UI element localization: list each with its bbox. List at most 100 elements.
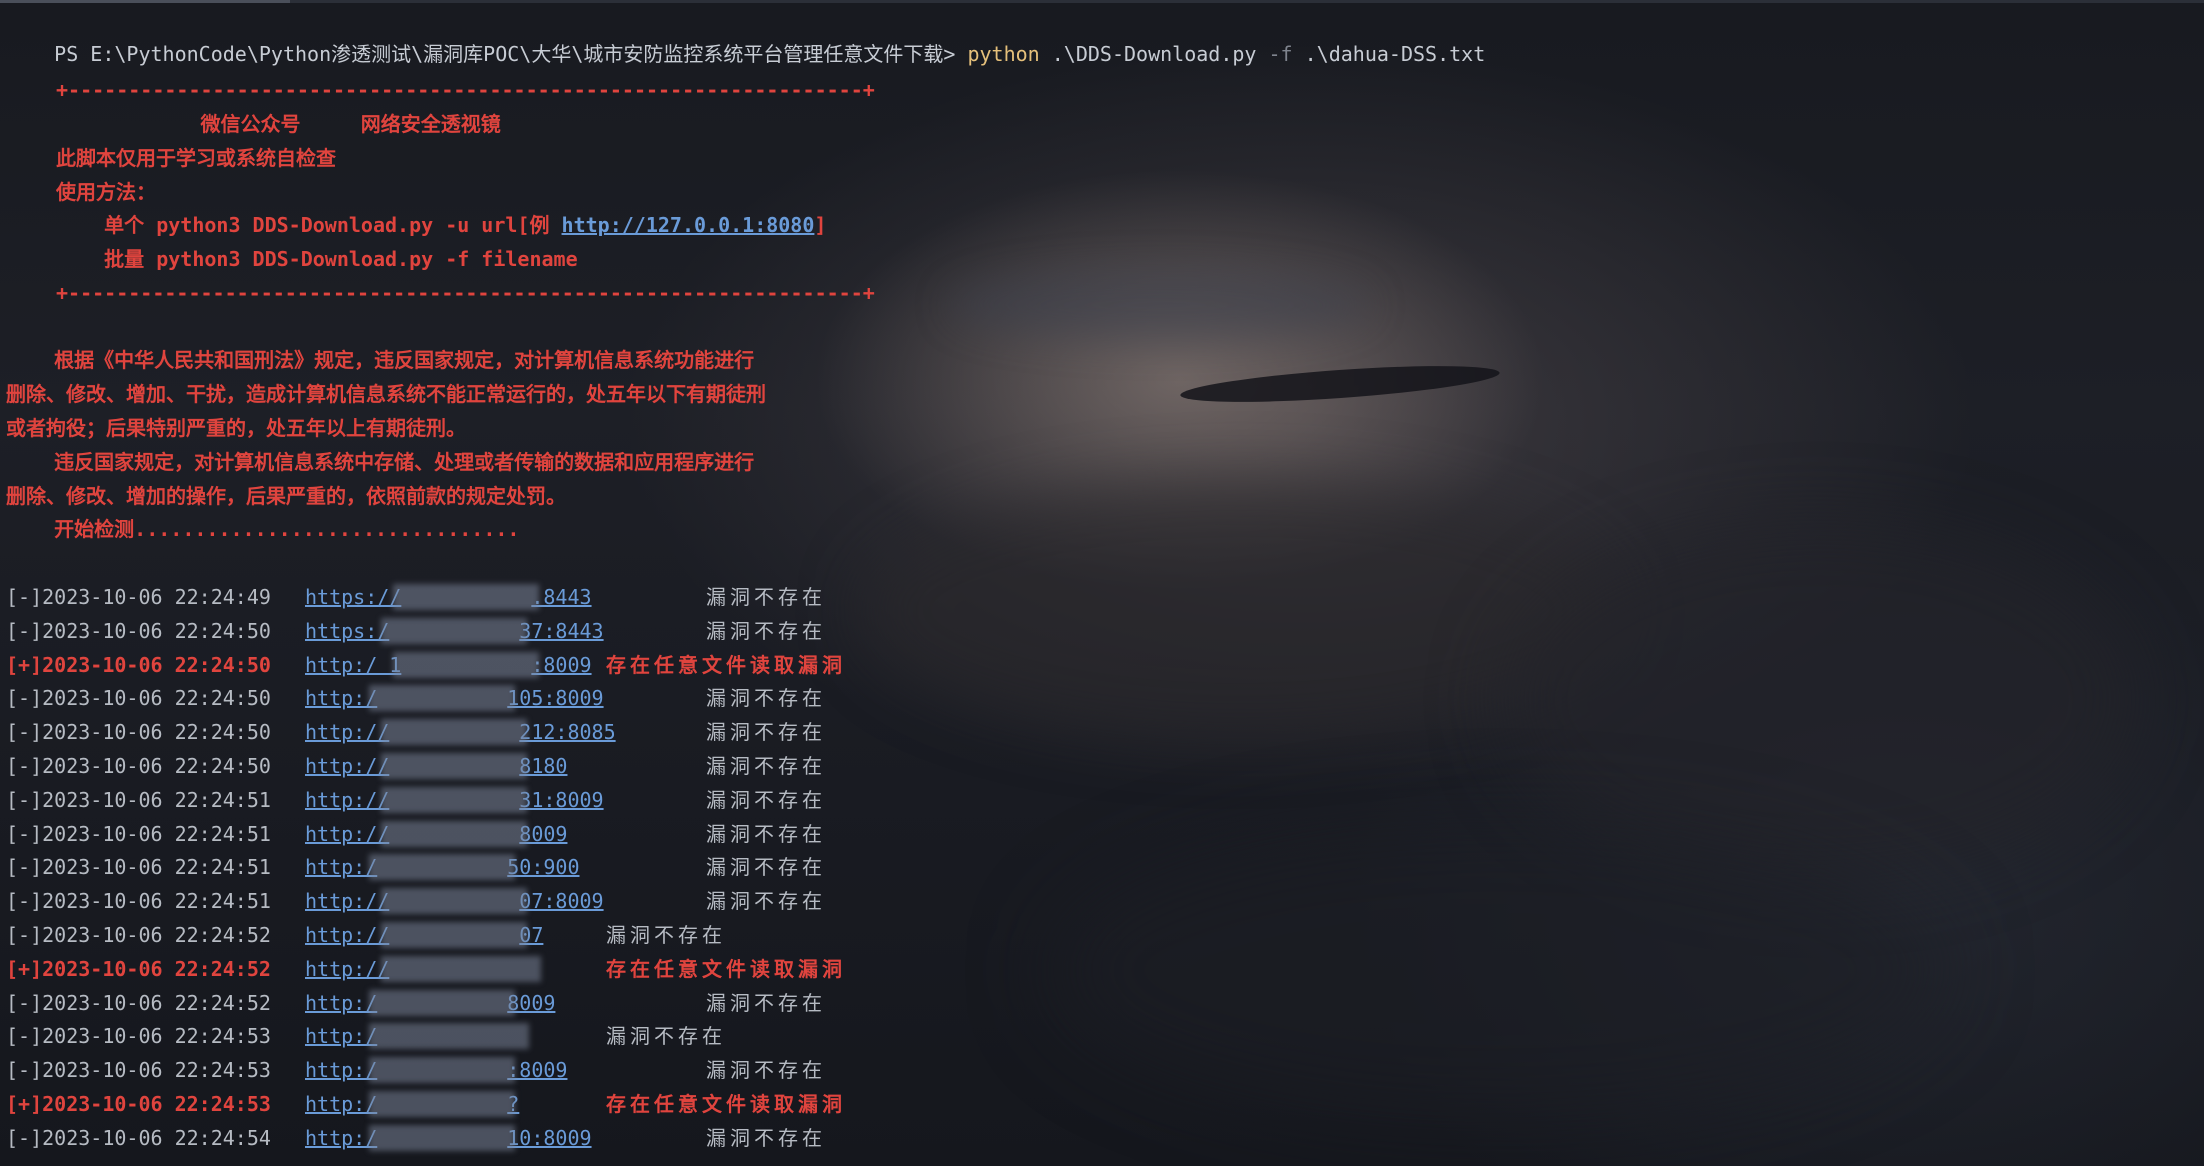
not-vulnerable-status: 漏洞不存在	[706, 720, 826, 745]
result-url-link[interactable]: https:// .8443	[305, 581, 592, 613]
result-url-link[interactable]: http:/ 50:900	[305, 851, 580, 883]
redaction-blur	[393, 584, 540, 610]
redacted-host	[381, 615, 528, 647]
result-url-link[interactable]: http:/ 10:8009	[305, 1122, 592, 1154]
redacted-host	[393, 581, 540, 613]
redacted-host	[381, 818, 528, 850]
result-timestamp: [-]2023-10-06 22:24:50	[6, 720, 271, 745]
redaction-blur	[381, 786, 528, 813]
result-url-prefix: http:/	[305, 855, 378, 880]
result-row: [-]2023-10-06 22:24:50 https:/ 37:8443 漏洞不…	[6, 615, 1006, 647]
result-timestamp: [-]2023-10-06 22:24:51	[6, 855, 271, 880]
example-url-link[interactable]: http://127.0.0.1:8080	[562, 213, 815, 237]
result-url-prefix: http://	[305, 956, 390, 981]
redacted-host	[369, 682, 516, 714]
redaction-blur	[369, 854, 516, 881]
result-url-prefix: http:/	[305, 990, 378, 1015]
result-url-port: 50:900	[507, 855, 580, 880]
redacted-host	[369, 1020, 530, 1052]
result-timestamp: [-]2023-10-06 22:24:52	[6, 990, 271, 1015]
result-timestamp: [-]2023-10-06 22:24:51	[6, 821, 271, 846]
legal-paragraph-2: 删除、修改、增加、干扰，造成计算机信息系统不能正常运行的，处五年以下有期徒刑	[6, 382, 766, 406]
result-url-port: .8443	[531, 585, 592, 609]
result-url-link[interactable]: http:// 07	[305, 919, 543, 951]
result-url-link[interactable]: http:/ 8009	[305, 987, 555, 1019]
redaction-blur	[369, 685, 516, 712]
result-url-link[interactable]: http:/ 1 :8009	[305, 649, 592, 681]
result-url-link[interactable]: http:// 212:8085	[305, 716, 616, 748]
result-url-port: 31:8009	[519, 787, 604, 812]
command-script-arg: .\DDS-Download.py	[1039, 42, 1269, 66]
result-timestamp: [-]2023-10-06 22:24:49	[6, 585, 271, 609]
result-url-link[interactable]: http:/ ?	[305, 1088, 519, 1120]
result-timestamp: [-]2023-10-06 22:24:54	[6, 1125, 271, 1150]
result-url-prefix: http:/	[305, 1058, 378, 1083]
not-vulnerable-status: 漏洞不存在	[706, 889, 826, 914]
terminal-top-border	[0, 0, 2204, 3]
result-url-link[interactable]: https:/ 37:8443	[305, 615, 604, 647]
not-vulnerable-status: 漏洞不存在	[706, 787, 826, 812]
result-url-link[interactable]: http:// 07:8009	[305, 885, 604, 917]
legal-paragraph-1: 根据《中华人民共和国刑法》规定，违反国家规定，对计算机信息系统功能进行	[6, 348, 755, 372]
not-vulnerable-status: 漏洞不存在	[706, 686, 826, 711]
result-row: [-]2023-10-06 22:24:51 http:// 31:8009 漏洞不…	[6, 784, 1006, 816]
result-row: [-]2023-10-06 22:24:50 http:/ 105:8009 漏洞不…	[6, 682, 1006, 714]
usage-single-prefix: 单个 python3 DDS-Download.py -u url[例	[56, 213, 562, 237]
vulnerable-status: 存在任意文件读取漏洞	[606, 1092, 846, 1116]
cloud-decoration	[1500, 520, 2140, 880]
usage-single-suffix: ]	[814, 213, 827, 237]
redacted-host	[369, 1054, 516, 1086]
result-url-prefix: https:/	[305, 618, 390, 643]
redacted-host	[369, 851, 516, 883]
terminal-window[interactable]: PS E:\PythonCode\Python渗透测试\漏洞库POC\大华\城市…	[0, 0, 2204, 1166]
result-timestamp: [-]2023-10-06 22:24:53	[6, 1058, 271, 1083]
active-tab-indicator	[0, 0, 290, 3]
command-prompt-line[interactable]: PS E:\PythonCode\Python渗透测试\漏洞库POC\大华\城市…	[6, 6, 1485, 66]
redaction-blur	[381, 922, 528, 948]
result-url-port: :8009	[507, 1058, 568, 1083]
vulnerable-status: 存在任意文件读取漏洞	[606, 652, 846, 677]
result-url-prefix: http:/	[305, 686, 378, 711]
not-vulnerable-status: 漏洞不存在	[606, 923, 726, 947]
redacted-host	[369, 1088, 516, 1120]
result-url-prefix: http://	[305, 754, 390, 778]
vulnerable-status: 存在任意文件读取漏洞	[606, 956, 846, 981]
redaction-blur	[369, 1057, 516, 1084]
redacted-host	[381, 750, 528, 782]
result-url-link[interactable]: http:// 31:8009	[305, 784, 604, 816]
banner-disclaimer: 此脚本仅用于学习或系统自检查	[56, 146, 336, 170]
not-vulnerable-status: 漏洞不存在	[706, 754, 826, 778]
cloud-decoration	[1050, 820, 1950, 1120]
not-vulnerable-status: 漏洞不存在	[706, 585, 826, 609]
result-url-link[interactable]: http:/ 105:8009	[305, 682, 604, 714]
result-url-prefix: https://	[305, 585, 402, 609]
banner-border-top: +---------------------------------------…	[56, 78, 875, 102]
result-url-link[interactable]: http:// 8180	[305, 750, 567, 782]
redaction-blur	[381, 955, 542, 982]
result-timestamp: [-]2023-10-06 22:24:51	[6, 787, 271, 812]
result-timestamp: [-]2023-10-06 22:24:50	[6, 618, 271, 643]
command-file-arg: .\dahua-DSS.txt	[1292, 42, 1486, 66]
legal-paragraph-5: 删除、修改、增加的操作，后果严重的，依照前款的规定处罚。	[6, 484, 566, 508]
result-timestamp: [+]2023-10-06 22:24:53	[6, 1092, 271, 1116]
result-url-prefix: http:/ 1	[305, 652, 402, 677]
redacted-host	[381, 784, 528, 816]
result-row: [+]2023-10-06 22:24:52 http:// 存在任意文件读取漏洞	[6, 953, 1006, 985]
redacted-host	[369, 1122, 516, 1154]
result-url-link[interactable]: http:// 8009	[305, 818, 567, 850]
redaction-blur	[381, 888, 528, 915]
result-url-port: 37:8443	[519, 618, 604, 643]
redaction-blur	[369, 989, 516, 1016]
result-url-link[interactable]: http://	[305, 953, 542, 985]
banner-usage-heading: 使用方法：	[56, 180, 156, 204]
scan-start-message: 开始检测................................	[6, 517, 520, 541]
not-vulnerable-status: 漏洞不存在	[706, 855, 826, 880]
not-vulnerable-status: 漏洞不存在	[706, 618, 826, 643]
not-vulnerable-status: 漏洞不存在	[606, 1024, 726, 1049]
result-url-link[interactable]: http:/	[305, 1020, 530, 1052]
redacted-host	[393, 649, 540, 681]
result-url-port: 10:8009	[507, 1125, 592, 1150]
redacted-host	[381, 885, 528, 917]
redacted-host	[381, 953, 542, 985]
result-url-link[interactable]: http:/ :8009	[305, 1054, 567, 1086]
